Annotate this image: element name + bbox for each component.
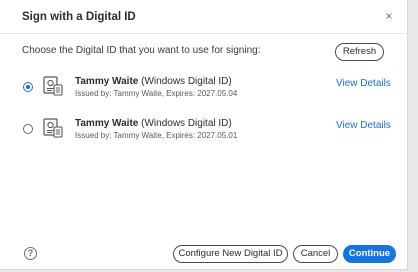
certificate-icon bbox=[43, 118, 63, 138]
help-icon[interactable]: ? bbox=[24, 247, 37, 260]
refresh-button[interactable]: Refresh bbox=[335, 43, 384, 61]
certificate-icon bbox=[43, 76, 63, 96]
id-radio-selected[interactable] bbox=[23, 82, 33, 92]
continue-button[interactable]: Continue bbox=[343, 245, 396, 263]
title-bar: Sign with a Digital ID × bbox=[0, 0, 408, 34]
close-icon[interactable]: × bbox=[382, 9, 396, 23]
id-owner-name: Tammy Waite bbox=[75, 76, 139, 87]
cancel-button[interactable]: Cancel bbox=[293, 245, 338, 263]
digital-id-row[interactable]: Tammy Waite (Windows Digital ID) Issued … bbox=[0, 117, 408, 153]
view-details-link[interactable]: View Details bbox=[336, 120, 391, 131]
id-type: (Windows Digital ID) bbox=[138, 118, 232, 129]
id-name-label: Tammy Waite (Windows Digital ID) bbox=[75, 76, 232, 87]
selection-prompt: Choose the Digital ID that you want to u… bbox=[22, 45, 261, 56]
id-issued-info: Issued by: Tammy Waite, Expires: 2027.05… bbox=[75, 131, 238, 140]
sign-digital-id-dialog: Sign with a Digital ID × Choose the Digi… bbox=[0, 0, 408, 270]
id-name-label: Tammy Waite (Windows Digital ID) bbox=[75, 118, 232, 129]
id-owner-name: Tammy Waite bbox=[75, 118, 139, 129]
digital-id-row[interactable]: Tammy Waite (Windows Digital ID) Issued … bbox=[0, 75, 408, 111]
view-details-link[interactable]: View Details bbox=[336, 78, 391, 89]
id-radio-unselected[interactable] bbox=[23, 124, 33, 134]
id-type: (Windows Digital ID) bbox=[138, 76, 232, 87]
id-issued-info: Issued by: Tammy Waite, Expires: 2027.05… bbox=[75, 89, 238, 98]
dialog-title: Sign with a Digital ID bbox=[22, 11, 136, 23]
configure-new-digital-id-button[interactable]: Configure New Digital ID bbox=[173, 245, 288, 263]
